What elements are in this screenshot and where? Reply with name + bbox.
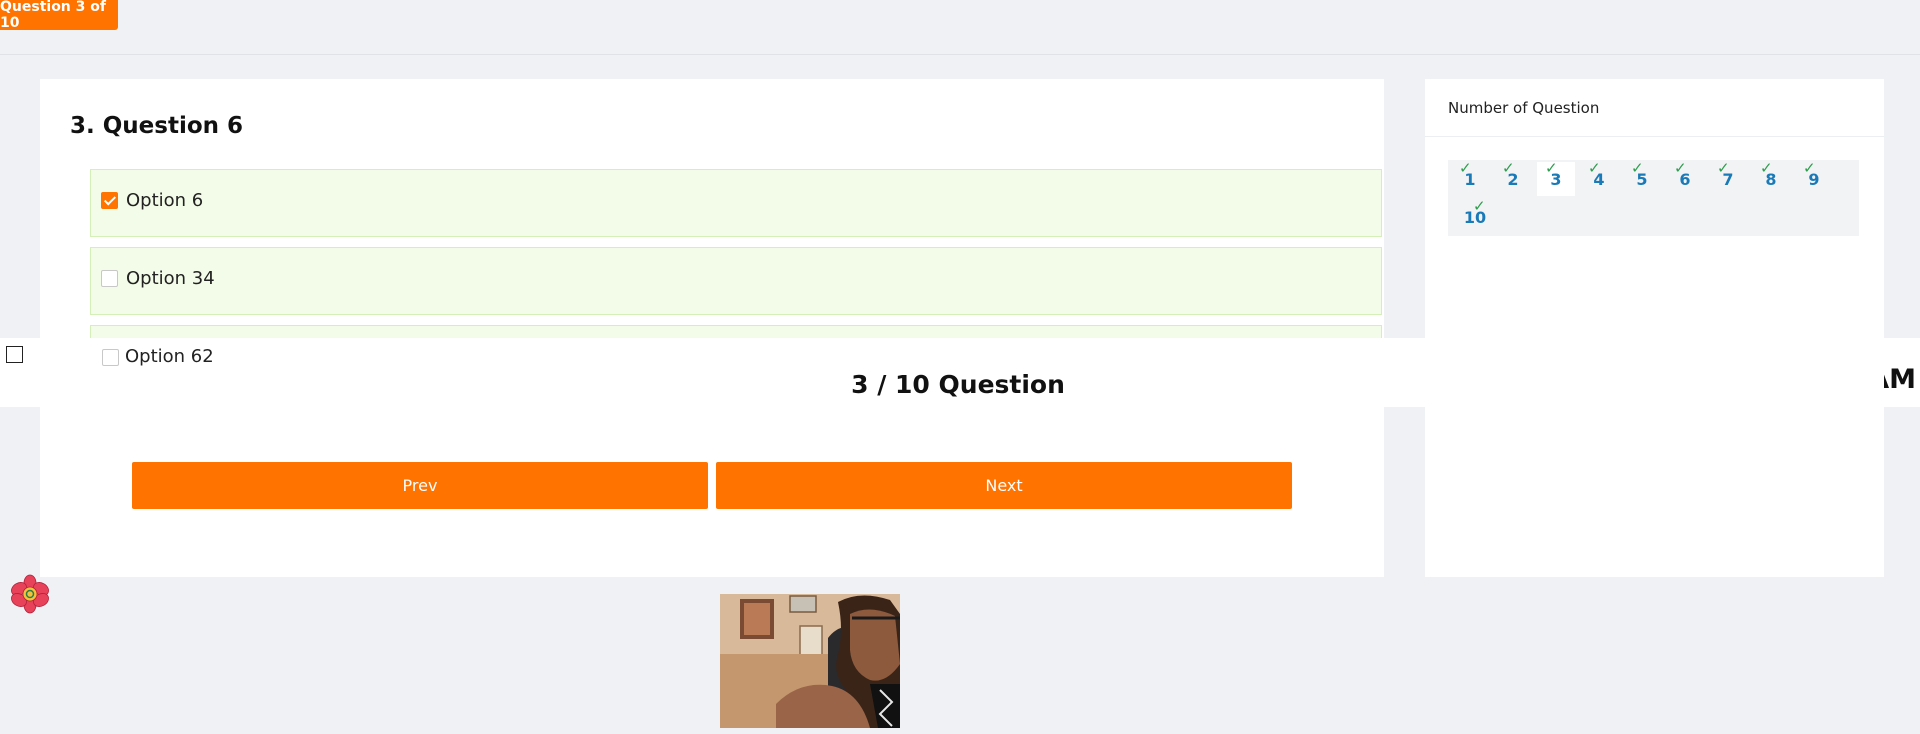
question-nav-6[interactable]: 6 ✓ (1666, 159, 1704, 196)
header-divider (0, 54, 1920, 55)
option-2[interactable]: Option 34 (90, 247, 1382, 315)
question-number-grid: 1 ✓ 2 ✓ 3 ✓ 4 ✓ 5 ✓ 6 ✓ 7 ✓ 8 ✓ 9 ✓ 10 ✓ (1448, 159, 1859, 236)
question-nav-2[interactable]: 2 ✓ (1494, 159, 1532, 196)
check-icon: ✓ (1803, 159, 1816, 177)
question-progress-badge: Question 3 of 10 (0, 0, 118, 31)
question-nav-9[interactable]: 9 ✓ (1795, 159, 1833, 196)
question-nav-4[interactable]: 4 ✓ (1580, 159, 1618, 196)
prev-button[interactable]: Prev (132, 462, 708, 509)
check-icon: ✓ (1631, 159, 1644, 177)
question-nav-1[interactable]: 1 ✓ (1451, 159, 1489, 196)
navigator-title: Number of Question (1448, 99, 1600, 117)
option-1-checkbox[interactable] (101, 192, 118, 209)
question-navigator: Number of Question 1 ✓ 2 ✓ 3 ✓ 4 ✓ 5 ✓ 6 ✓ 7 ✓ … (1425, 79, 1884, 577)
check-icon: ✓ (1760, 159, 1773, 177)
option-3-visible[interactable]: Option 62 (90, 338, 1382, 368)
option-1-label: Option 6 (126, 190, 204, 211)
flower-icon[interactable] (10, 574, 50, 614)
check-icon: ✓ (1545, 159, 1558, 177)
option-3-visible-checkbox[interactable] (102, 349, 119, 366)
webcam-preview (720, 594, 900, 728)
option-1[interactable]: Option 6 (90, 169, 1382, 237)
check-icon: ✓ (1459, 159, 1472, 177)
navigator-divider (1425, 136, 1884, 137)
check-icon: ✓ (1717, 159, 1730, 177)
next-button[interactable]: Next (716, 462, 1292, 509)
question-nav-10[interactable]: 10 ✓ (1453, 197, 1497, 234)
overlay-checkbox[interactable] (6, 346, 23, 363)
question-counter: 3 / 10 Question (851, 370, 1065, 399)
option-2-label: Option 34 (126, 268, 215, 289)
question-nav-3[interactable]: 3 ✓ (1537, 159, 1575, 196)
option-2-checkbox[interactable] (101, 270, 118, 287)
check-icon: ✓ (1588, 159, 1601, 177)
question-nav-5[interactable]: 5 ✓ (1623, 159, 1661, 196)
option-3-visible-label: Option 62 (125, 346, 214, 367)
question-nav-8[interactable]: 8 ✓ (1752, 159, 1790, 196)
question-nav-7[interactable]: 7 ✓ (1709, 159, 1747, 196)
check-icon: ✓ (1674, 159, 1687, 177)
check-icon: ✓ (1473, 197, 1486, 215)
question-title: 3. Question 6 (70, 113, 244, 139)
check-icon: ✓ (1502, 159, 1515, 177)
